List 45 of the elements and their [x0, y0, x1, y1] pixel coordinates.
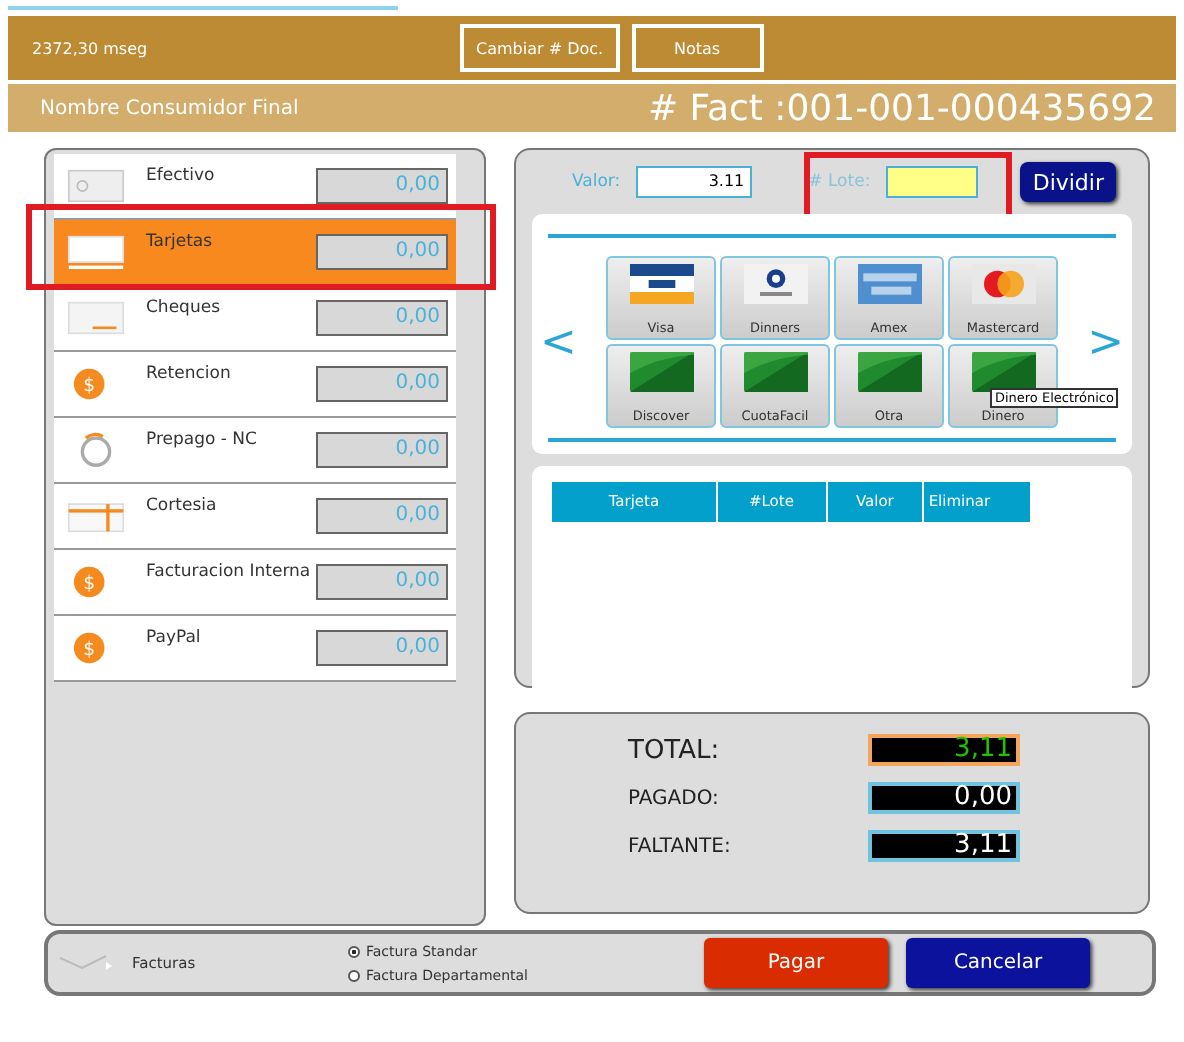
timing-text: 2372,30 mseg — [32, 39, 150, 57]
payment-method-item[interactable]: Cortesia 0,00 — [54, 484, 456, 550]
payment-method-label: Efectivo — [146, 166, 217, 186]
payment-method-label: PayPal — [146, 628, 203, 648]
total-label: TOTAL: — [628, 735, 722, 765]
payment-method-item[interactable]: Cheques 0,00 — [54, 286, 456, 352]
total-label: FALTANTE: — [628, 835, 733, 857]
payment-method-item[interactable]: Tarjetas 0,00 — [54, 220, 456, 286]
payment-method-item[interactable]: $ PayPal 0,00 — [54, 616, 456, 682]
payment-method-item[interactable]: Efectivo 0,00 — [54, 154, 456, 220]
payment-method-label: Retencion — [146, 364, 233, 384]
payment-method-label: Facturacion Interna — [146, 562, 313, 582]
total-value: 3,11 — [868, 830, 1020, 862]
payment-method-label: Cortesia — [146, 496, 219, 516]
customer-name: Nombre Consumidor Final — [40, 97, 299, 119]
credit-card-icon — [971, 352, 1035, 392]
total-value: 3,11 — [868, 734, 1020, 766]
radio-button[interactable] — [348, 945, 360, 957]
credit-card-icon — [629, 352, 693, 392]
pay-button[interactable]: Pagar — [704, 938, 888, 988]
split-button[interactable]: Dividir — [1020, 162, 1116, 202]
valor-label: Valor: — [572, 172, 621, 192]
card-logo-icon — [857, 264, 921, 304]
card-logo-icon — [629, 264, 693, 304]
bill-icon — [62, 164, 130, 208]
total-label: PAGADO: — [628, 787, 721, 809]
lote-field[interactable] — [886, 166, 979, 198]
credit-card-icon — [857, 352, 921, 392]
payment-method-label: Prepago - NC — [146, 430, 259, 450]
invoice-number: # Fact :001-001-000435692 — [647, 87, 1156, 129]
payment-method-label: Cheques — [146, 298, 222, 318]
radio-button[interactable] — [348, 969, 360, 981]
lote-label: # Lote: — [808, 172, 871, 192]
card-icon — [62, 230, 130, 274]
payment-method-item[interactable]: $ Facturacion Interna 0,00 — [54, 550, 456, 616]
valor-field[interactable]: 3.11 — [636, 166, 753, 198]
cancel-button[interactable]: Cancelar — [906, 938, 1090, 988]
payment-method-item[interactable]: Prepago - NC 0,00 — [54, 418, 456, 484]
total-value: 0,00 — [868, 782, 1020, 814]
card-logo-icon — [743, 264, 807, 304]
card-logo-icon — [971, 264, 1035, 304]
payment-method-item[interactable]: $ Retencion 0,00 — [54, 352, 456, 418]
check-icon — [62, 296, 130, 340]
credit-card-icon — [743, 352, 807, 392]
payment-method-label: Tarjetas — [146, 232, 215, 252]
